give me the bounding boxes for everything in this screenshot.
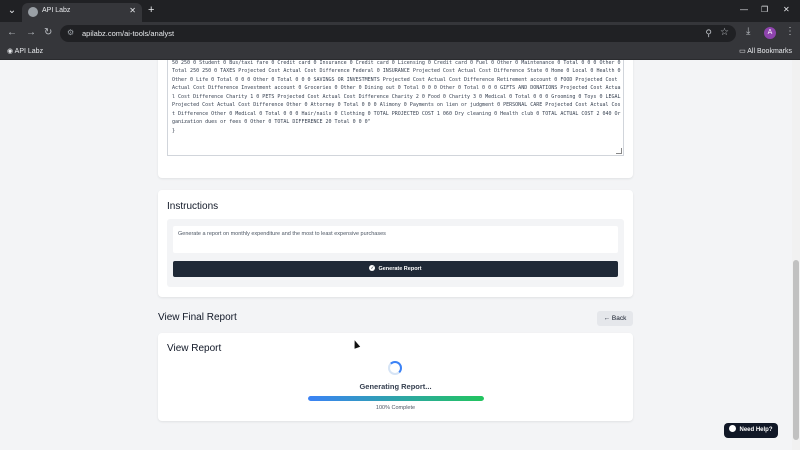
bookmark-label: API Labz: [14, 48, 44, 55]
instructions-text: Generate a report on monthly expenditure…: [178, 231, 386, 237]
instructions-card: Instructions Generate a report on monthl…: [158, 190, 633, 297]
view-report-card: View Report Generating Report... 100% Co…: [158, 333, 633, 421]
data-card: 50 Total 1 810 1 740 70 LOANS Projected …: [158, 60, 633, 178]
back-nav-icon[interactable]: ←: [7, 27, 17, 39]
instructions-title: Instructions: [167, 201, 219, 212]
generate-report-button[interactable]: ✓ Generate Report: [173, 261, 618, 277]
progress-label: 100% Complete: [375, 405, 416, 411]
scroll-thumb[interactable]: [793, 260, 799, 440]
download-icon[interactable]: ⤓: [746, 26, 750, 37]
generate-report-label: Generate Report: [378, 266, 422, 272]
arrow-left-icon: ←: [603, 315, 611, 322]
instructions-input[interactable]: Generate a report on monthly expenditure…: [173, 226, 618, 253]
need-help-label: Need Help?: [739, 427, 773, 433]
data-text: 50 Total 1 810 1 740 70 LOANS Projected …: [172, 60, 621, 134]
instructions-box: Generate a report on monthly expenditure…: [167, 219, 624, 287]
back-label: Back: [611, 315, 627, 322]
forward-nav-icon[interactable]: →: [26, 27, 36, 39]
bookmarks-bar: ◉ API Labz ▭ All Bookmarks: [0, 44, 800, 60]
resize-handle[interactable]: [616, 148, 622, 154]
data-textarea[interactable]: 50 Total 1 810 1 740 70 LOANS Projected …: [167, 60, 624, 156]
page-content: 50 Total 1 810 1 740 70 LOANS Projected …: [0, 60, 792, 450]
avatar[interactable]: A: [764, 27, 776, 39]
site-info-icon[interactable]: ⚙: [67, 28, 74, 37]
back-button[interactable]: ← Back: [597, 311, 633, 326]
all-bookmarks-label: All Bookmarks: [747, 48, 792, 55]
check-icon: ✓: [369, 264, 376, 271]
tab-strip: ⌄ API Labz ✕ + — ❐ ✕: [0, 0, 800, 22]
page-scrollbar[interactable]: [792, 60, 800, 450]
address-bar: ← → ↻ ⚙ apilabz.com/ai-tools/analyst ⚲ ☆: [0, 22, 800, 44]
view-report-title: View Report: [167, 343, 222, 354]
close-tab-icon[interactable]: ✕: [129, 6, 136, 15]
favicon-icon: [28, 7, 38, 17]
reload-icon[interactable]: ↻: [44, 27, 52, 39]
need-help-button[interactable]: Need Help?: [724, 423, 778, 438]
tab-title: API Labz: [42, 7, 71, 14]
tab-search-icon[interactable]: ⌄: [6, 5, 18, 17]
menu-icon[interactable]: ⋮: [785, 26, 795, 37]
loading-spinner-icon: [388, 361, 402, 375]
all-bookmarks[interactable]: ▭ All Bookmarks: [739, 47, 792, 55]
close-window-icon[interactable]: ✕: [783, 5, 790, 14]
minimize-icon[interactable]: —: [740, 5, 748, 14]
progress-bar: [308, 396, 484, 401]
progress-fill: [308, 396, 484, 401]
chat-icon: [729, 424, 737, 432]
bookmark-apilabz[interactable]: ◉ API Labz: [7, 47, 43, 55]
url-text: apilabz.com/ai-tools/analyst: [82, 29, 175, 38]
generating-status: Generating Report...: [359, 382, 432, 391]
new-tab-icon[interactable]: +: [148, 5, 154, 16]
url-input[interactable]: ⚙ apilabz.com/ai-tools/analyst ⚲ ☆: [60, 25, 736, 42]
browser-tab[interactable]: API Labz ✕: [22, 3, 142, 22]
maximize-icon[interactable]: ❐: [761, 5, 768, 14]
zoom-icon[interactable]: ⚲: [705, 28, 712, 39]
bookmark-star-icon[interactable]: ☆: [720, 27, 729, 38]
view-final-report-title: View Final Report: [158, 312, 237, 323]
